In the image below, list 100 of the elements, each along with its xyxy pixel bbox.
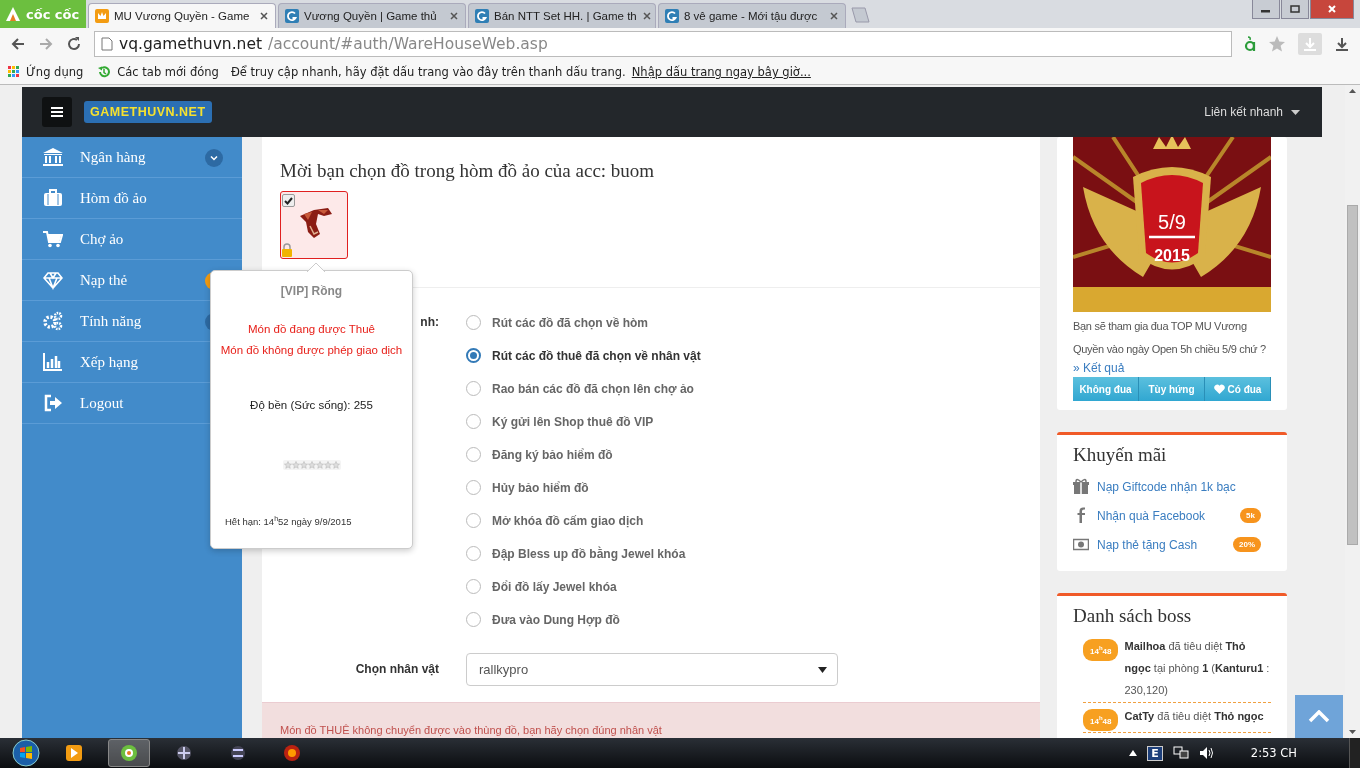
speaker-icon[interactable] [1198,746,1215,760]
minimize-button[interactable] [1252,0,1280,19]
sidebar-item[interactable]: Hòm đồ ảo [22,178,242,219]
sidebar-item[interactable]: Ngân hàng [22,137,242,178]
radio-button[interactable] [466,480,481,495]
action-option[interactable]: Đổi đồ lấy Jewel khóa [466,570,1040,603]
radio-button[interactable] [466,348,481,363]
card-title: Khuyến mãi [1073,444,1168,466]
action-option[interactable]: Rút các đồ thuê đã chọn về nhân vật [466,339,1040,372]
character-select[interactable]: rallkypro [466,653,838,686]
item-slot[interactable] [280,191,348,259]
promotion-link[interactable]: Nhận quà Facebook [1097,508,1206,523]
back-icon[interactable] [10,36,26,52]
close-icon[interactable] [259,11,269,21]
import-bookmarks-link[interactable]: Nhập dấu trang ngay bây giờ... [631,65,811,79]
promotion-link[interactable]: Nạp Giftcode nhận 1k bạc [1097,479,1236,494]
action-option[interactable]: Ký gửi lên Shop thuê đồ VIP [466,405,1040,438]
caret-icon [1291,109,1300,115]
action-option[interactable]: Mở khóa đồ cấm giao dịch [466,504,1040,537]
radio-button[interactable] [466,315,481,330]
close-button[interactable] [1310,0,1354,19]
banknote-icon [1073,536,1089,553]
card-title: Danh sách boss [1073,605,1193,627]
chevron-up-icon [1308,710,1330,723]
network-icon[interactable] [1172,746,1189,760]
quick-links-menu[interactable]: Liên kết nhanh [1204,105,1300,119]
maximize-icon [1290,5,1300,13]
gears-icon [43,311,63,331]
radio-button[interactable] [466,513,481,528]
item-expiry: Hết hạn: 14$^{h}$52 ngày 9/9/2015 [224,515,353,528]
promotion-link[interactable]: Nạp thẻ tặng Cash [1097,537,1198,552]
field-label: nh: [420,315,439,329]
browser-tab[interactable]: 8 vê game - Mới tậu được [658,3,846,28]
address-field[interactable]: vq.gamethuvn.net /account/#auth/WareHouseWeb.asp [94,31,1232,57]
gift-icon [1073,478,1089,495]
item-warning: Món đồ đang được Thuê [247,322,376,337]
leaf-icon [4,5,22,23]
bookmark-link[interactable]: Ứng dụng [26,65,84,79]
time-badge: 14$^{h}$48 [1083,709,1119,731]
radio-button[interactable] [466,381,481,396]
logout-icon [43,393,63,413]
media-player-icon [65,744,83,762]
start-button[interactable] [12,739,40,767]
maximize-button[interactable] [1281,0,1309,19]
boss-kill-entry: CatTy đã tiêu diệt Thỏ ngọc [1124,709,1265,725]
action-option[interactable]: Hủy bảo hiểm đồ [466,471,1040,504]
tray-expand-icon[interactable] [1129,750,1138,756]
download-icon[interactable] [1334,36,1350,52]
site-icon [285,9,299,23]
browser-logo: cốc cốc [0,0,86,28]
event-banner-drawing: 5/9 2015 [1073,137,1271,312]
radio-button[interactable] [466,612,481,627]
crown-icon [95,9,109,23]
bar-chart-icon [43,352,63,372]
radio-button[interactable] [466,546,481,561]
close-icon[interactable] [449,11,459,21]
star-icon[interactable] [1268,35,1286,53]
action-option[interactable]: Đưa vào Dung Hợp đồ [466,603,1040,636]
sidebar-item[interactable]: Chợ ảo [22,219,242,260]
time-badge: 14$^{h}$48 [1083,639,1119,661]
browser-tab[interactable]: Bán NTT Set HH. | Game th [468,3,656,28]
radio-button[interactable] [466,414,481,429]
radio-button[interactable] [466,447,481,462]
history-icon[interactable] [97,65,112,79]
download-icon [1302,36,1318,52]
menu-button[interactable] [42,97,72,127]
results-link[interactable]: » Kết quả [1073,361,1271,375]
poll-question: Bạn sẽ tham gia đua TOP MU Vương Quyền vào ngày Open 5h chiều 5/9 chứ ? [1073,319,1267,357]
taskbar-app[interactable] [108,739,150,767]
site-icon [475,9,489,23]
item-checkbox[interactable] [282,194,295,207]
page-title: Mời bạn chọn đồ trong hòm đồ ảo của acc: buom [280,160,656,182]
promotion-badge: 5k [1240,508,1261,523]
apps-icon[interactable] [8,66,20,78]
item-name: [VIP] Rồng [279,284,344,298]
browser-tab[interactable]: MU Vương Quyền - Game [88,3,276,28]
alert-message: Món đồ THUÊ không chuyển được vào thùng đồ, bạn hãy chọn đúng nhân vật [280,724,662,736]
action-option[interactable]: Đăng ký bảo hiểm đồ [466,438,1040,471]
game-icon [229,744,247,762]
close-icon[interactable] [829,11,839,21]
page-icon [101,37,113,51]
radio-button[interactable] [466,579,481,594]
language-indicator[interactable]: E [1147,745,1163,761]
scrollbar-thumb[interactable] [1347,205,1358,545]
briefcase-icon [43,188,63,208]
action-option[interactable]: Rao bán các đồ đã chọn lên chợ ảo [466,372,1040,405]
bank-icon [43,147,63,167]
action-option[interactable]: Rút các đồ đã chọn về hòm [466,306,1040,339]
bookmark-link[interactable]: Các tab mới đóng [117,65,219,79]
diamond-icon [43,270,63,290]
close-icon [1327,4,1337,14]
action-option[interactable]: Đập Bless up đồ bằng Jewel khóa [466,537,1040,570]
reload-icon[interactable] [66,36,82,52]
clock: 2:53 CH [1250,746,1297,760]
close-icon[interactable] [641,11,652,21]
menu-icon [51,107,63,117]
cart-icon [43,229,63,249]
caret-icon [818,666,827,673]
browser-icon [120,744,138,762]
browser-tab[interactable]: Vương Quyền | Game thủ [278,3,466,28]
